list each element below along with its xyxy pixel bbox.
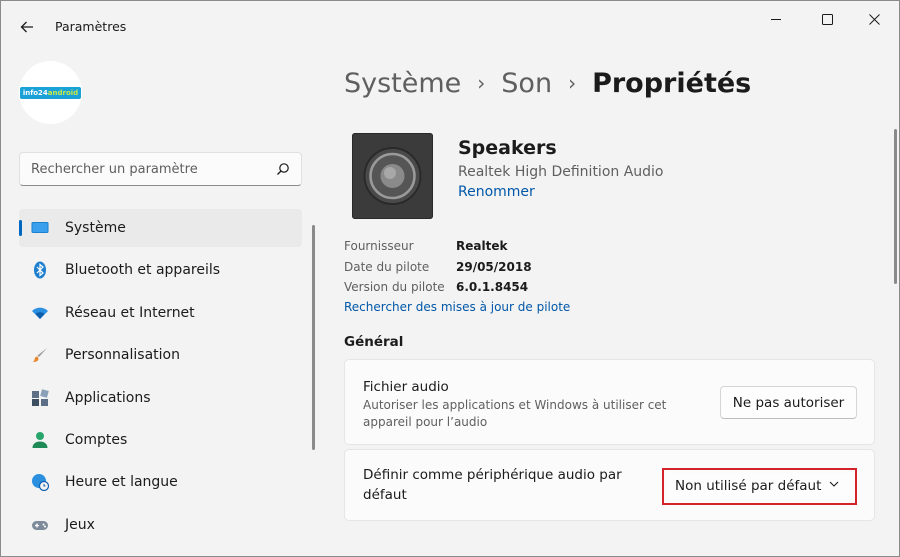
sidebar-item-reseau[interactable]: Réseau et Internet	[19, 294, 302, 332]
audio-file-desc: Autoriser les applications et Windows à …	[363, 398, 667, 429]
brush-icon	[33, 348, 47, 363]
sidebar-item-bluetooth[interactable]: Bluetooth et appareils	[19, 251, 302, 289]
maximize-button[interactable]	[804, 1, 850, 37]
default-device-title-line2: défaut	[363, 487, 407, 503]
avatar-logo: info24android	[19, 86, 82, 99]
minimize-icon	[770, 18, 781, 20]
property-key: Fournisseur	[344, 239, 414, 253]
sidebar-item-label: Système	[65, 220, 126, 236]
device-subtitle: Realtek High Definition Audio	[458, 164, 664, 180]
back-arrow-icon	[20, 21, 33, 33]
sidebar-item-label: Jeux	[65, 516, 95, 533]
sidebar-item-label: Heure et langue	[65, 474, 178, 491]
chevron-down-icon	[829, 481, 839, 487]
device-name: Speakers	[458, 137, 557, 159]
settings-window: Paramètres info24android Système	[0, 0, 900, 557]
sidebar-item-comptes[interactable]: Comptes	[19, 421, 302, 459]
title-bar: Paramètres	[1, 1, 899, 51]
default-device-title-line1: Définir comme périphérique audio par	[363, 467, 622, 483]
main-scrollbar[interactable]	[894, 129, 897, 284]
dropdown-value: Non utilisé par défaut	[675, 478, 822, 494]
chevron-right-icon: ›	[568, 71, 577, 95]
chevron-right-icon: ›	[477, 71, 486, 95]
deny-audio-button[interactable]: Ne pas autoriser	[720, 386, 857, 419]
wifi-icon	[32, 307, 48, 319]
sidebar-item-label: Applications	[65, 389, 151, 406]
sidebar-nav: Système Bluetooth et appareils Réseau et…	[19, 209, 302, 548]
close-icon	[868, 13, 880, 25]
property-value: 29/05/2018	[456, 259, 532, 274]
bluetooth-icon	[34, 261, 46, 279]
breadcrumb-systeme[interactable]: Système	[344, 68, 461, 99]
breadcrumb: Système › Son › Propriétés	[344, 63, 751, 103]
maximize-icon	[821, 13, 833, 25]
search-icon[interactable]	[276, 162, 290, 176]
sidebar-item-applications[interactable]: Applications	[19, 379, 302, 417]
search-box	[19, 152, 302, 186]
driver-update-link[interactable]: Rechercher des mises à jour de pilote	[344, 300, 570, 314]
property-value: 6.0.1.8454	[456, 280, 529, 294]
apps-icon	[32, 388, 49, 406]
gamepad-icon	[32, 520, 48, 530]
app-title: Paramètres	[55, 19, 127, 34]
sidebar-item-heure[interactable]: Heure et langue	[19, 463, 302, 501]
audio-file-card: Fichier audio Autoriser les applications…	[344, 359, 875, 445]
property-key: Date du pilote	[344, 259, 430, 274]
section-title-general: Général	[344, 334, 404, 350]
globe-clock-icon	[32, 474, 49, 492]
search-input[interactable]	[20, 153, 265, 185]
audio-file-title: Fichier audio	[363, 379, 449, 395]
back-button[interactable]	[13, 13, 41, 41]
rename-link[interactable]: Renommer	[458, 184, 535, 200]
sidebar-item-jeux[interactable]: Jeux	[19, 506, 302, 544]
default-device-dropdown[interactable]: Non utilisé par défaut	[667, 473, 851, 499]
sidebar-scrollbar[interactable]	[312, 225, 315, 450]
sidebar-item-label: Personnalisation	[65, 347, 180, 364]
sidebar-item-personnalisation[interactable]: Personnalisation	[19, 336, 302, 374]
user-avatar[interactable]: info24android	[19, 61, 82, 124]
close-button[interactable]	[851, 1, 897, 37]
sidebar-item-label: Comptes	[65, 431, 128, 448]
sidebar-item-label: Bluetooth et appareils	[65, 262, 221, 279]
monitor-icon	[31, 222, 49, 233]
speaker-icon	[352, 133, 433, 219]
property-key: Version du pilote	[344, 280, 445, 294]
minimize-button[interactable]	[753, 1, 799, 37]
breadcrumb-son[interactable]: Son	[501, 68, 552, 99]
default-device-card: Définir comme périphérique audio par déf…	[344, 449, 875, 521]
dropdown-highlight-box: Non utilisé par défaut	[662, 468, 857, 505]
sidebar-item-systeme[interactable]: Système	[19, 209, 302, 247]
page-title: Propriétés	[592, 67, 752, 99]
sidebar-item-label: Réseau et Internet	[65, 304, 195, 321]
person-icon	[32, 431, 48, 448]
property-value: Realtek	[456, 239, 508, 253]
